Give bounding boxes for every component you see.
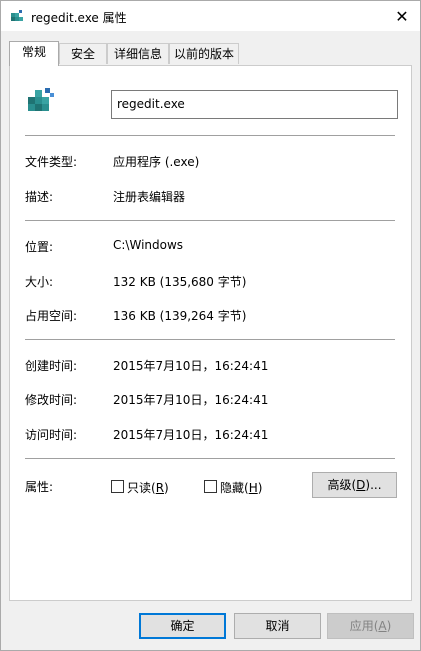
size-on-disk-label: 占用空间: bbox=[25, 309, 78, 323]
modified-label: 修改时间: bbox=[25, 393, 78, 407]
location-value: C:\Windows bbox=[113, 238, 184, 252]
divider bbox=[25, 220, 395, 221]
title-bar[interactable]: regedit.exe 属性 ✕ bbox=[1, 1, 420, 31]
close-icon[interactable]: ✕ bbox=[384, 1, 420, 31]
hidden-label[interactable]: 隐藏(H) bbox=[220, 479, 262, 496]
created-label: 创建时间: bbox=[25, 359, 78, 373]
file-name-input[interactable]: regedit.exe bbox=[111, 90, 398, 119]
tab-previous-versions[interactable]: 以前的版本 bbox=[169, 43, 239, 64]
tab-details[interactable]: 详细信息 bbox=[107, 43, 169, 64]
modified-value: 2015年7月10日，16:24:41 bbox=[113, 393, 269, 407]
window-title: regedit.exe 属性 bbox=[31, 11, 127, 25]
registry-editor-icon bbox=[11, 10, 23, 21]
general-tab-panel bbox=[9, 65, 412, 601]
advanced-button[interactable]: 高级(D)... bbox=[312, 472, 397, 498]
apply-button[interactable]: 应用(A) bbox=[327, 613, 414, 639]
divider bbox=[25, 135, 395, 136]
size-value: 132 KB (135,680 字节) bbox=[113, 275, 247, 289]
properties-window: regedit.exe 属性 ✕ 常规 安全 详细信息 以前的版本 regedi… bbox=[0, 0, 421, 651]
size-label: 大小: bbox=[25, 275, 54, 289]
ok-button[interactable]: 确定 bbox=[139, 613, 226, 639]
tab-security[interactable]: 安全 bbox=[59, 43, 107, 64]
description-label: 描述: bbox=[25, 190, 54, 204]
size-on-disk-value: 136 KB (139,264 字节) bbox=[113, 309, 247, 323]
attributes-label: 属性: bbox=[25, 480, 54, 494]
readonly-checkbox[interactable] bbox=[111, 480, 124, 493]
readonly-label[interactable]: 只读(R) bbox=[127, 479, 169, 496]
file-type-label: 文件类型: bbox=[25, 155, 78, 169]
description-value: 注册表编辑器 bbox=[113, 190, 186, 204]
hidden-checkbox[interactable] bbox=[204, 480, 217, 493]
file-type-value: 应用程序 (.exe) bbox=[113, 155, 200, 169]
created-value: 2015年7月10日，16:24:41 bbox=[113, 359, 269, 373]
accessed-value: 2015年7月10日，16:24:41 bbox=[113, 428, 269, 442]
accessed-label: 访问时间: bbox=[25, 428, 78, 442]
divider bbox=[25, 458, 395, 459]
divider bbox=[25, 339, 395, 340]
cancel-button[interactable]: 取消 bbox=[234, 613, 321, 639]
tab-general[interactable]: 常规 bbox=[9, 41, 59, 66]
location-label: 位置: bbox=[25, 240, 54, 254]
registry-editor-icon bbox=[28, 88, 54, 111]
